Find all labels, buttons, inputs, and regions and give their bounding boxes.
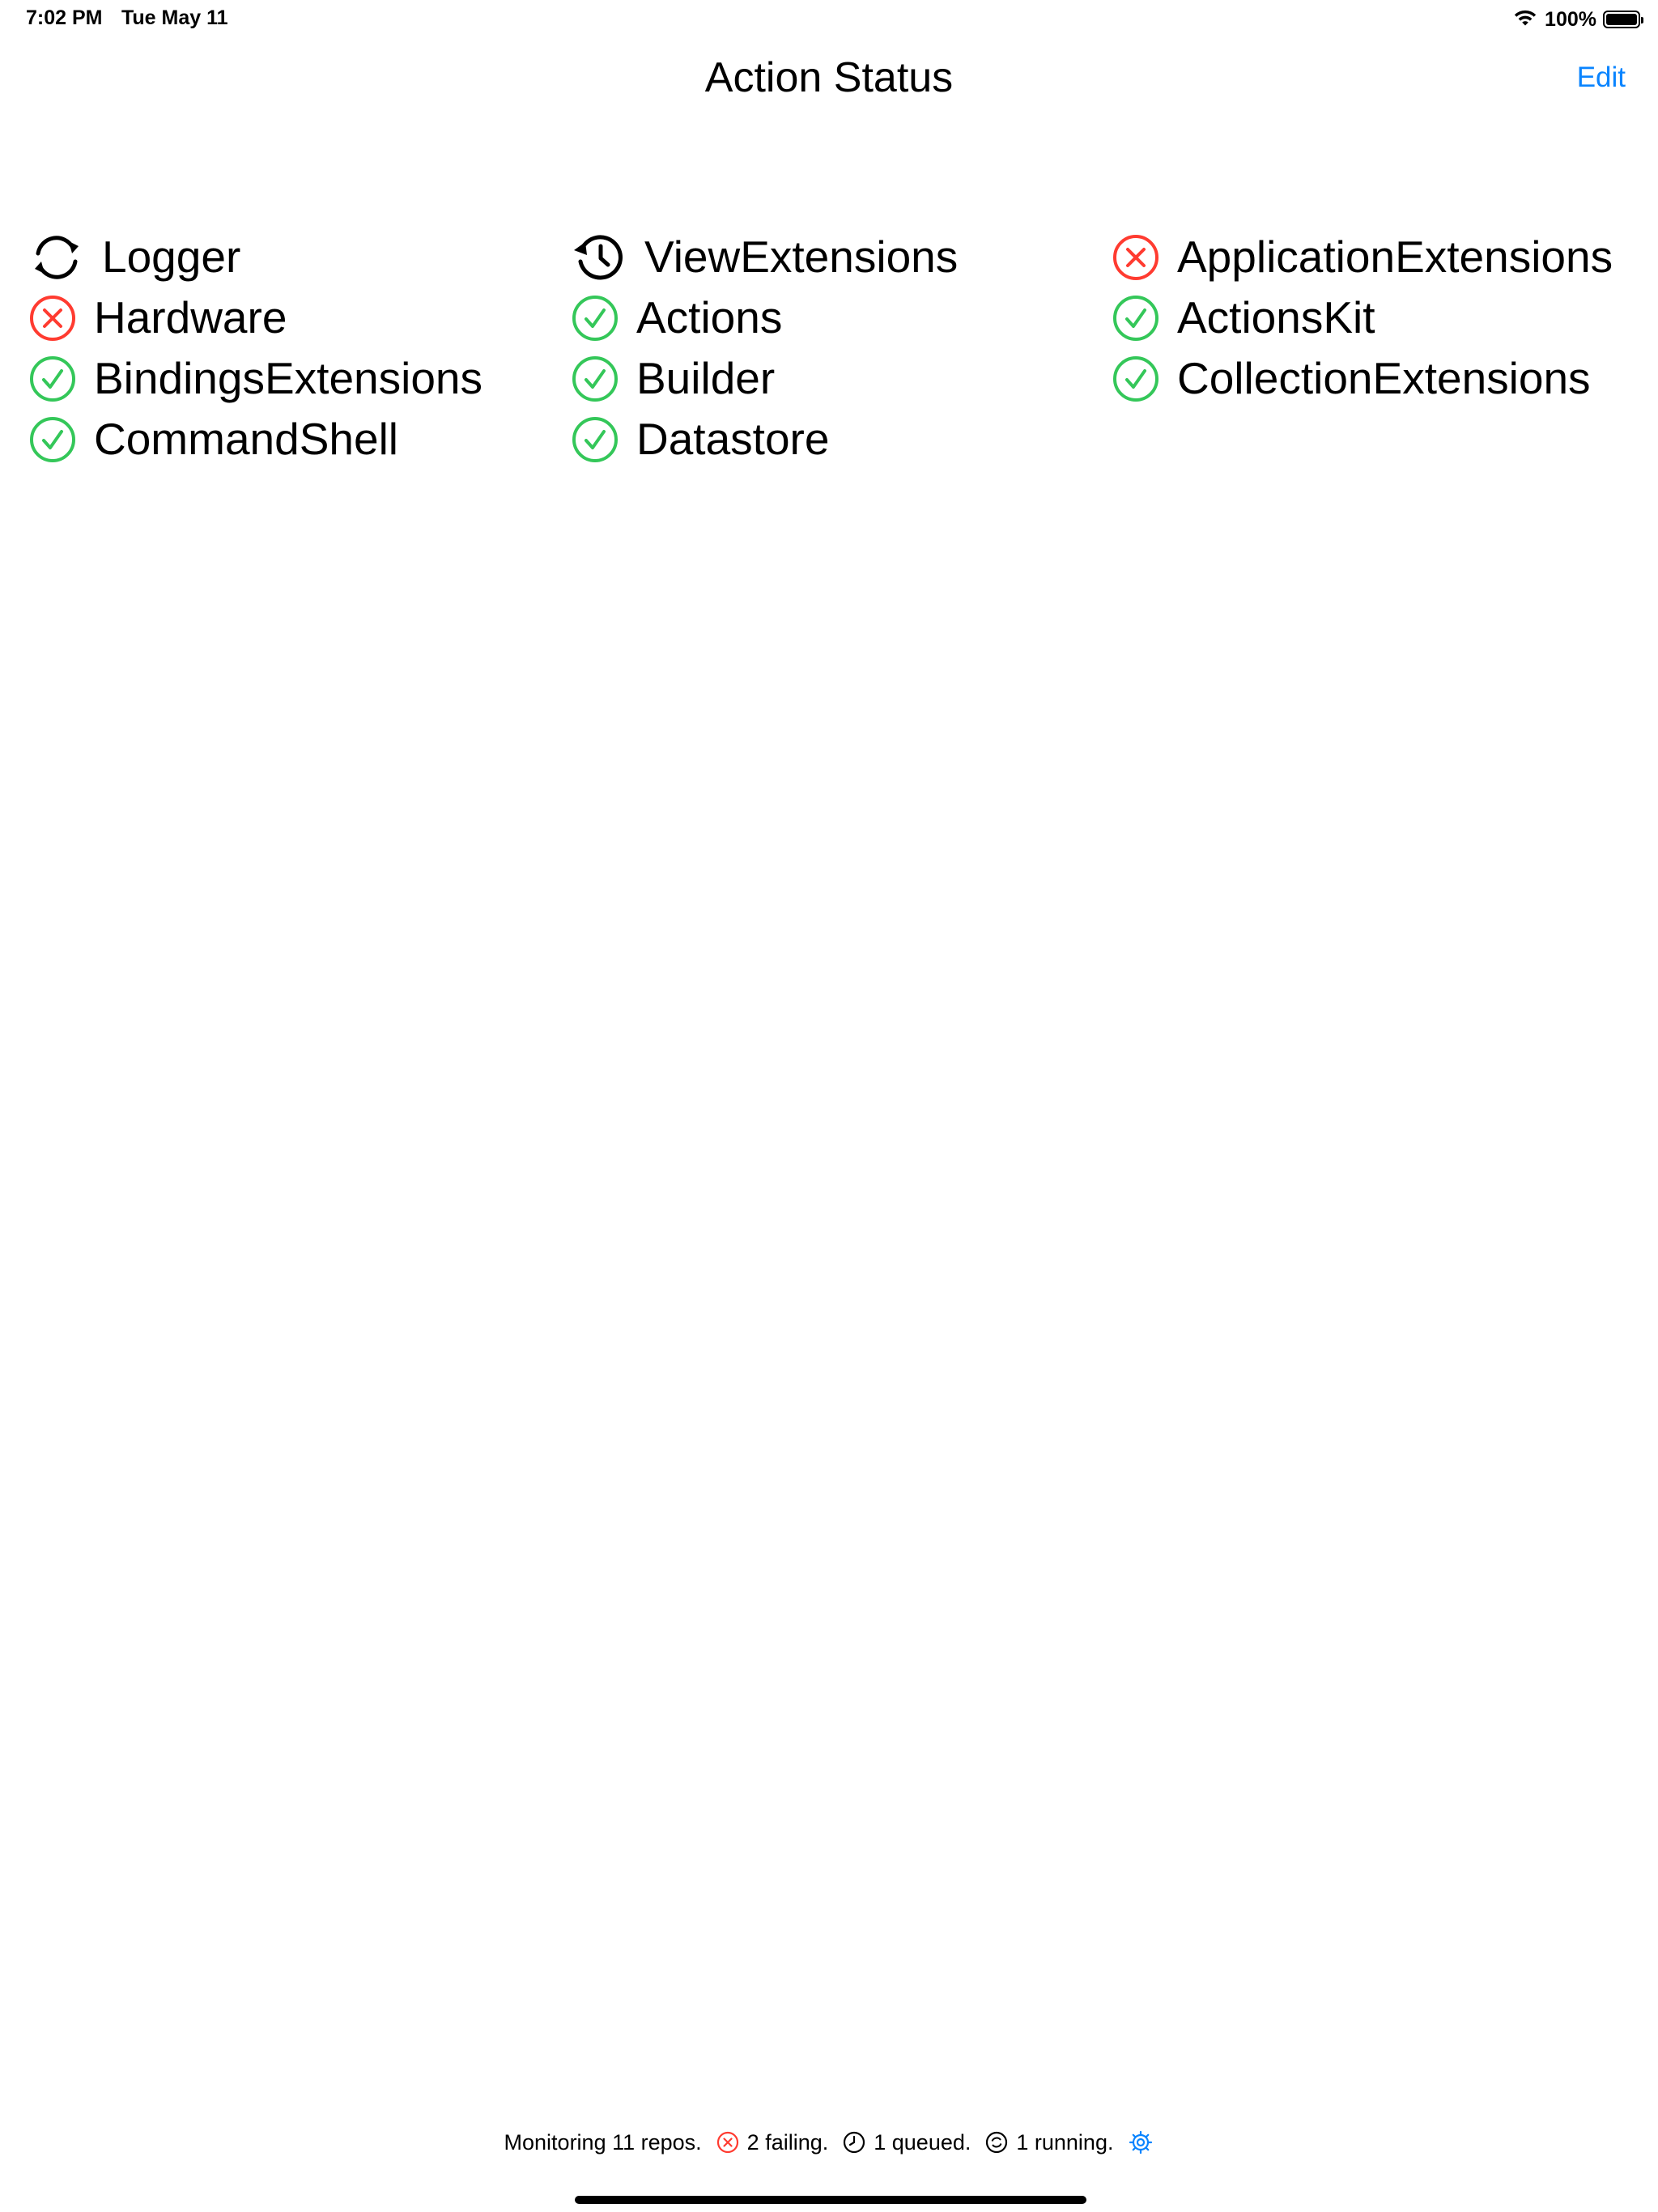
repo-name: CommandShell xyxy=(94,414,399,464)
battery-level xyxy=(1606,14,1637,25)
repo-item[interactable]: ApplicationExtensions xyxy=(1111,227,1645,287)
repo-name: ViewExtensions xyxy=(644,232,959,282)
status-time: 7:02 PM xyxy=(26,6,103,29)
repo-item[interactable]: CommandShell xyxy=(28,409,562,470)
repo-name: Actions xyxy=(636,292,783,342)
failing-summary: 2 failing. xyxy=(716,2129,829,2155)
arrows-circle-icon xyxy=(985,2130,1010,2155)
repo-item[interactable]: ActionsKit xyxy=(1111,287,1645,348)
monitoring-text: Monitoring 11 repos. xyxy=(504,2129,702,2155)
queued-summary: 1 queued. xyxy=(843,2130,971,2155)
check-circle-icon xyxy=(570,293,620,343)
repo-grid: Logger Hardware BindingsExtensions Comma… xyxy=(28,227,1630,486)
repo-name: Datastore xyxy=(636,414,830,464)
repo-item[interactable]: Logger xyxy=(28,227,562,287)
running-count: 1 running. xyxy=(1016,2129,1114,2155)
clock-history-icon xyxy=(570,232,628,283)
battery-icon xyxy=(1603,11,1643,28)
page-title: Action Status xyxy=(704,54,954,101)
repo-name: Hardware xyxy=(94,292,287,342)
check-circle-icon xyxy=(28,415,78,465)
repo-name: CollectionExtensions xyxy=(1177,353,1591,403)
queued-count: 1 queued. xyxy=(874,2129,971,2155)
status-summary: Monitoring 11 repos. 2 failing. 1 queued… xyxy=(0,2129,1658,2155)
check-circle-icon xyxy=(28,354,78,404)
repo-name: Builder xyxy=(636,353,776,403)
repo-item[interactable]: CollectionExtensions xyxy=(1111,348,1645,409)
failing-count: 2 failing. xyxy=(746,2129,829,2155)
repo-item[interactable]: ViewExtensions xyxy=(570,227,1104,287)
home-indicator[interactable] xyxy=(575,2196,1086,2204)
check-circle-icon xyxy=(570,415,620,465)
repo-column-3: ApplicationExtensions ActionsKit Collect… xyxy=(1111,227,1645,409)
repo-name: ApplicationExtensions xyxy=(1177,232,1613,282)
status-bar: 7:02 PM Tue May 11 100% xyxy=(0,0,1658,39)
battery-percent: 100% xyxy=(1545,7,1596,31)
check-circle-icon xyxy=(570,354,620,404)
repo-column-1: Logger Hardware BindingsExtensions Comma… xyxy=(28,227,562,470)
x-circle-icon xyxy=(716,2130,741,2155)
repo-column-2: ViewExtensions Actions Builder Datastore xyxy=(570,227,1104,470)
repo-name: ActionsKit xyxy=(1177,292,1375,342)
screen: 7:02 PM Tue May 11 100% Action Status Ed… xyxy=(0,0,1658,2212)
x-circle-icon xyxy=(28,293,78,343)
status-date: Tue May 11 xyxy=(121,6,228,29)
repo-name: BindingsExtensions xyxy=(94,353,483,403)
x-circle-icon xyxy=(1111,232,1161,283)
status-indicators: 100% xyxy=(1512,5,1643,34)
repo-item[interactable]: BindingsExtensions xyxy=(28,348,562,409)
check-circle-icon xyxy=(1111,293,1161,343)
clock-icon xyxy=(843,2130,867,2155)
battery-cap xyxy=(1641,17,1643,23)
repo-item[interactable]: Hardware xyxy=(28,287,562,348)
running-summary: 1 running. xyxy=(985,2130,1113,2155)
arrows-circle-icon xyxy=(28,232,86,283)
repo-name: Logger xyxy=(102,232,241,282)
repo-item[interactable]: Actions xyxy=(570,287,1104,348)
repo-item[interactable]: Builder xyxy=(570,348,1104,409)
wifi-icon xyxy=(1512,8,1538,32)
repo-item[interactable]: Datastore xyxy=(570,409,1104,470)
gear-icon[interactable] xyxy=(1128,2129,1154,2155)
check-circle-icon xyxy=(1111,354,1161,404)
edit-button[interactable]: Edit xyxy=(1577,62,1626,94)
